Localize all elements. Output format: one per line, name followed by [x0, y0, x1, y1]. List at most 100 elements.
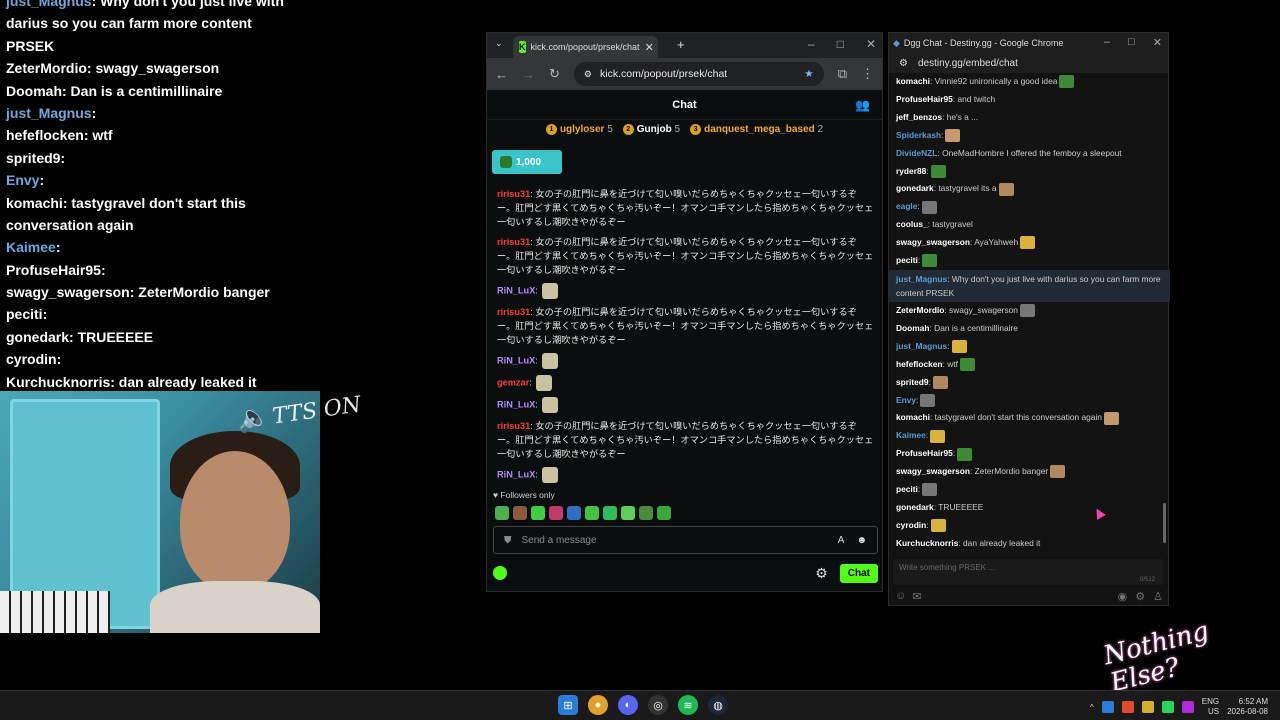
kick-username[interactable]: gemzar	[497, 377, 529, 387]
tray-app-icon[interactable]	[1161, 701, 1174, 713]
kick-username[interactable]: RiN_LuX	[497, 469, 535, 479]
kick-username[interactable]: RiN_LuX	[497, 399, 535, 409]
settings-gear-icon[interactable]: ⚙	[815, 565, 828, 582]
discord-icon[interactable]: ◐	[618, 695, 638, 715]
users-icon[interactable]: 👥	[855, 98, 870, 112]
dgg-username[interactable]: hefeflocken	[896, 359, 943, 369]
close-tab-icon[interactable]: ✕	[645, 41, 654, 54]
whispers-icon[interactable]: ✉	[912, 590, 921, 603]
site-info-icon[interactable]: ⚙	[899, 58, 908, 69]
clock[interactable]: 6:52 AM 2026-08-08	[1227, 697, 1268, 717]
dgg-username[interactable]: coolus_	[896, 219, 928, 229]
kick-message-input[interactable]: ⛊ Send a message A ☻	[493, 526, 878, 554]
dgg-username[interactable]: sprited9	[896, 377, 929, 387]
extensions-icon[interactable]: ⧉	[838, 66, 847, 82]
emote-icon[interactable]	[549, 506, 563, 520]
dgg-username[interactable]: cyrodin	[896, 520, 926, 530]
settings-gear-icon[interactable]: ⚙	[1135, 590, 1145, 603]
dgg-address-bar[interactable]: ⚙ destiny.gg/embed/chat	[889, 53, 1168, 73]
emote-icon[interactable]	[603, 506, 617, 520]
kick-username[interactable]: ririsu31	[497, 421, 530, 431]
chat-send-button[interactable]: Chat	[839, 563, 878, 583]
translate-icon[interactable]: A	[838, 535, 845, 546]
dgg-username[interactable]: Kaimee	[896, 430, 926, 440]
gifter-entry[interactable]: 3 danquest_mega_based 2	[690, 124, 823, 136]
site-info-icon[interactable]: ⚙	[584, 69, 592, 80]
emote-icon[interactable]	[621, 506, 635, 520]
emote-icon	[542, 353, 559, 369]
kick-username[interactable]: RiN_LuX	[497, 355, 535, 365]
emote-icon[interactable]	[657, 506, 671, 520]
dgg-username[interactable]: swagy_swagerson	[896, 237, 970, 247]
minimize-icon[interactable]: –	[808, 37, 815, 51]
eye-icon[interactable]: ◉	[1118, 590, 1128, 603]
forward-icon[interactable]: →	[522, 67, 535, 82]
emote-icon[interactable]	[585, 506, 599, 520]
kick-badge-icon[interactable]	[493, 566, 507, 580]
dgg-username[interactable]: jeff_benzos	[896, 112, 942, 122]
dgg-message-input[interactable]: Write something PRSEK ... 0/512	[893, 559, 1163, 585]
emoji-icon[interactable]: ☻	[856, 535, 867, 546]
obs-icon[interactable]: ◎	[648, 695, 668, 715]
dgg-username[interactable]: komachi	[896, 412, 930, 422]
kick-username[interactable]: ririsu31	[497, 237, 530, 247]
lang-indicator[interactable]: ENG US	[1202, 697, 1219, 717]
dgg-scrollbar[interactable]	[1163, 503, 1166, 543]
kick-username[interactable]: ririsu31	[497, 189, 530, 199]
kick-url-field[interactable]: ⚙ kick.com/popout/prsek/chat ★	[573, 62, 824, 86]
start-icon[interactable]: ⊞	[558, 695, 578, 715]
emote-icon[interactable]	[567, 506, 581, 520]
gifter-name: danquest_mega_based	[704, 124, 815, 136]
dgg-username[interactable]: komachi	[896, 76, 930, 86]
steam-icon[interactable]: ◍	[708, 695, 728, 715]
gifter-entry[interactable]: 2 Gunjob 5	[622, 124, 680, 136]
chevron-up-icon[interactable]: ^	[1090, 703, 1094, 712]
new-tab-icon[interactable]: +	[677, 37, 685, 52]
menu-icon[interactable]: ⋮	[861, 66, 874, 82]
emote-icon[interactable]	[513, 506, 527, 520]
dgg-username[interactable]: ZeterMordio	[896, 305, 944, 315]
emote-icon[interactable]	[531, 506, 545, 520]
minimize-icon[interactable]: –	[1104, 36, 1110, 49]
dgg-username[interactable]: DivideNZL	[896, 148, 937, 158]
tray-app-icon[interactable]	[1181, 701, 1194, 713]
tray-app-icon[interactable]	[1101, 701, 1114, 713]
tab-menu-icon[interactable]: ⌄	[495, 38, 503, 49]
dgg-username[interactable]: just_Magnus	[896, 274, 947, 284]
dgg-username[interactable]: Envy	[896, 395, 916, 405]
kick-tab[interactable]: K kick.com/popout/prsek/chat ✕	[513, 36, 658, 58]
bookmark-star-icon[interactable]: ★	[804, 68, 813, 80]
users-icon[interactable]: ♙	[1153, 590, 1163, 603]
close-icon[interactable]: ✕	[1153, 36, 1162, 49]
spotify-icon[interactable]: ≋	[678, 695, 698, 715]
kick-username[interactable]: ririsu31	[497, 307, 530, 317]
dgg-username[interactable]: peciti	[896, 255, 918, 265]
dgg-username[interactable]: ryder88	[896, 166, 926, 176]
dgg-username[interactable]: gonedark	[896, 502, 934, 512]
dgg-message-text: : OneMadHombre I offered the femboy a sl…	[937, 147, 1122, 158]
dgg-username[interactable]: Doomah	[896, 323, 930, 333]
kick-username[interactable]: RiN_LuX	[497, 285, 535, 295]
tray-app-icon[interactable]	[1121, 701, 1134, 713]
dgg-username[interactable]: Kurchucknorris	[896, 538, 958, 548]
dgg-username[interactable]: eagle	[896, 201, 917, 211]
maximize-icon[interactable]: □	[1128, 36, 1135, 49]
dgg-username[interactable]: ProfuseHair95	[896, 94, 953, 104]
dgg-username[interactable]: gonedark	[896, 183, 934, 193]
dgg-username[interactable]: peciti	[896, 484, 918, 494]
dgg-username[interactable]: Spiderkash	[896, 130, 941, 140]
emote-icon[interactable]	[495, 506, 509, 520]
gifter-entry[interactable]: 1 uglyloser 5	[545, 124, 613, 136]
emoji-icon[interactable]: ☺	[895, 590, 906, 603]
reload-icon[interactable]: ↻	[549, 66, 560, 82]
dgg-username[interactable]: ProfuseHair95	[896, 448, 953, 458]
pinned-gift-pill[interactable]: 1,000	[492, 150, 562, 174]
tray-app-icon[interactable]	[1141, 701, 1154, 713]
emote-icon[interactable]	[639, 506, 653, 520]
chrome-icon[interactable]: ●	[588, 695, 608, 715]
maximize-icon[interactable]: □	[837, 37, 844, 51]
back-icon[interactable]: ←	[495, 67, 508, 82]
dgg-username[interactable]: just_Magnus	[896, 341, 947, 351]
dgg-username[interactable]: swagy_swagerson	[896, 466, 970, 476]
close-icon[interactable]: ✕	[866, 37, 876, 51]
